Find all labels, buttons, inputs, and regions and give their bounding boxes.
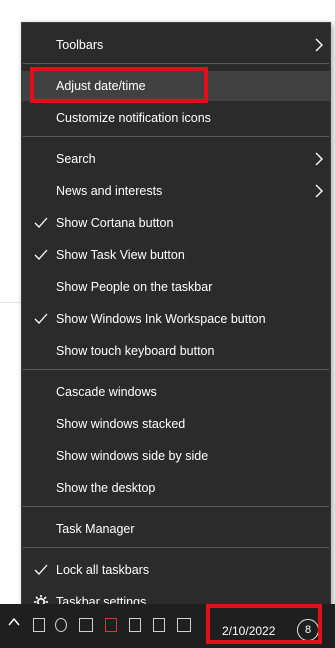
menu-item-label: Show the desktop (56, 481, 156, 495)
checkmark-icon (34, 564, 48, 575)
tray-icon[interactable] (153, 618, 165, 632)
chevron-right-icon (315, 184, 323, 198)
menu-item-label: Task Manager (56, 522, 135, 536)
checkmark-icon (34, 313, 48, 324)
tray-icon[interactable] (129, 618, 141, 632)
checkmark-icon (34, 249, 48, 260)
menu-item-task-manager[interactable]: Task Manager (22, 514, 330, 544)
menu-item-show-task-view-button[interactable]: Show Task View button (22, 240, 330, 270)
menu-separator (23, 136, 329, 137)
menu-item-search[interactable]: Search (22, 144, 330, 174)
menu-item-show-windows-side-by-side[interactable]: Show windows side by side (22, 441, 330, 471)
chevron-right-icon (315, 38, 323, 52)
menu-separator (23, 63, 329, 64)
menu-item-show-windows-stacked[interactable]: Show windows stacked (22, 409, 330, 439)
menu-item-label: Cascade windows (56, 385, 157, 399)
highlight-box-adjust-date-time (30, 67, 208, 103)
chevron-right-icon (315, 152, 323, 166)
menu-item-label: Show Cortana button (56, 216, 174, 230)
menu-item-label: Show windows stacked (56, 417, 186, 431)
menu-separator (23, 547, 329, 548)
checkmark-icon (34, 217, 48, 228)
menu-item-label: Show touch keyboard button (56, 344, 215, 358)
menu-item-customize-notification-icons[interactable]: Customize notification icons (22, 103, 330, 133)
menu-item-news-and-interests[interactable]: News and interests (22, 176, 330, 206)
menu-separator (23, 506, 329, 507)
tray-icon[interactable] (55, 618, 67, 632)
tray-icon[interactable] (177, 618, 191, 632)
menu-item-label: Toolbars (56, 38, 104, 52)
menu-item-label: News and interests (56, 184, 163, 198)
chevron-up-icon[interactable] (8, 616, 20, 628)
highlight-box-date (206, 604, 322, 644)
menu-item-lock-all-taskbars[interactable]: Lock all taskbars (22, 555, 330, 585)
menu-item-cascade-windows[interactable]: Cascade windows (22, 377, 330, 407)
screen: Toolbars Adjust date/time Customize noti… (0, 0, 335, 648)
menu-item-show-cortana-button[interactable]: Show Cortana button (22, 208, 330, 238)
menu-item-show-windows-ink-workspace[interactable]: Show Windows Ink Workspace button (22, 304, 330, 334)
tray-icon[interactable] (33, 618, 45, 632)
system-tray-icons[interactable] (33, 618, 203, 634)
menu-item-label: Show Windows Ink Workspace button (56, 312, 266, 326)
menu-item-label: Search (56, 152, 96, 166)
tray-icon[interactable] (105, 618, 117, 632)
menu-item-show-people[interactable]: Show People on the taskbar (22, 272, 330, 302)
menu-item-show-touch-keyboard[interactable]: Show touch keyboard button (22, 336, 330, 366)
menu-item-label: Lock all taskbars (56, 563, 150, 577)
menu-item-label: Show Task View button (56, 248, 185, 262)
menu-item-label: Customize notification icons (56, 111, 211, 125)
menu-item-toolbars[interactable]: Toolbars (22, 30, 330, 60)
tray-icon[interactable] (79, 618, 93, 632)
taskbar-context-menu: Toolbars Adjust date/time Customize noti… (21, 22, 331, 626)
menu-separator (23, 369, 329, 370)
menu-item-label: Show People on the taskbar (56, 280, 213, 294)
background-divider (0, 302, 22, 303)
menu-item-label: Show windows side by side (56, 449, 209, 463)
menu-item-show-the-desktop[interactable]: Show the desktop (22, 473, 330, 503)
